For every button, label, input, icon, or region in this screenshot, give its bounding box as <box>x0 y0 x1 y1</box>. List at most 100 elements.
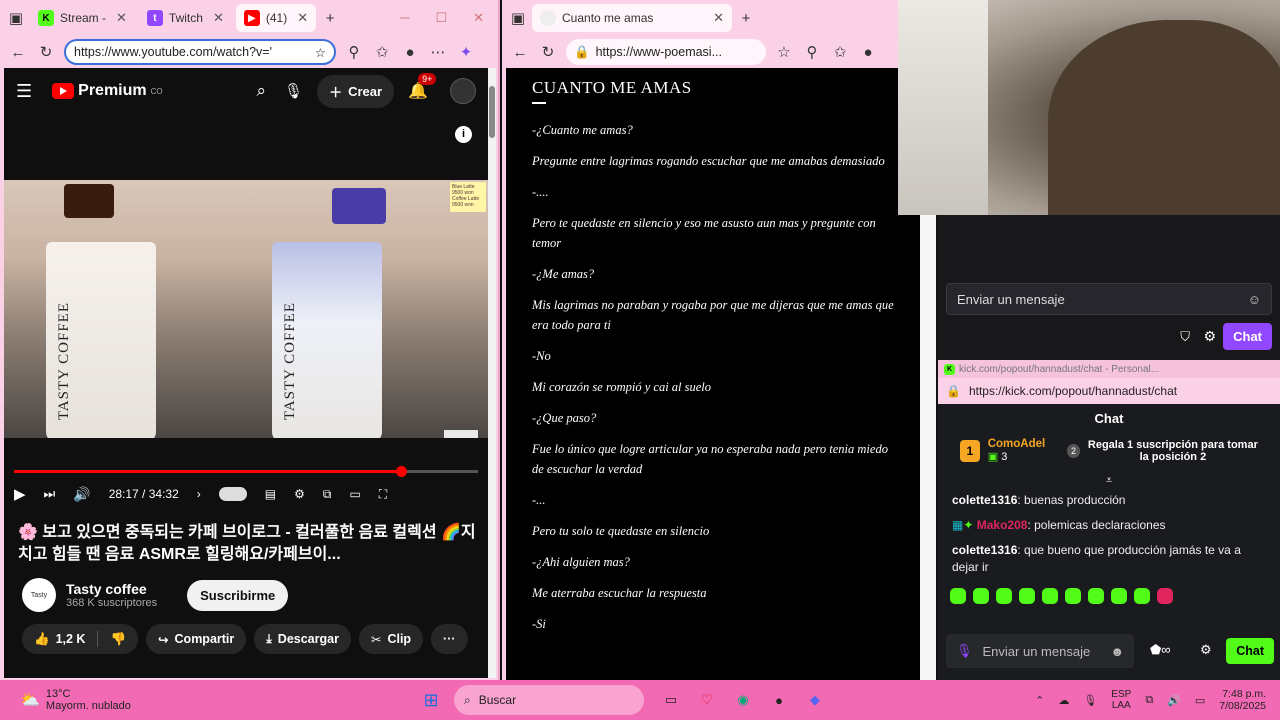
windows-start-icon[interactable]: ⊞ <box>420 689 442 711</box>
cloud-sync-icon[interactable]: ☁ <box>1058 694 1069 707</box>
left-scrollbar[interactable] <box>488 68 496 678</box>
pinned-scroll-icon[interactable]: ⩡ <box>938 473 1280 488</box>
emote[interactable] <box>1157 588 1173 604</box>
emote[interactable] <box>1019 588 1035 604</box>
chat-username[interactable]: Mako208 <box>977 518 1028 532</box>
volume-icon[interactable]: 🔊 <box>1167 694 1181 707</box>
next-icon[interactable]: ⏭ <box>44 486 56 502</box>
gift-prompt[interactable]: Regala 1 suscripción para tomar la posic… <box>1088 439 1258 463</box>
emote[interactable] <box>950 588 966 604</box>
download-button[interactable]: ⤓ Descargar <box>254 624 351 654</box>
channel-watermark[interactable] <box>444 430 478 438</box>
taskbar-search[interactable]: ⌕ Buscar <box>454 685 644 715</box>
share-button[interactable]: ↪ Compartir <box>146 624 247 654</box>
new-tab-button[interactable]: + <box>736 10 756 27</box>
badges-icon[interactable]: ⬟∞ <box>1150 642 1171 658</box>
battery-icon[interactable]: ▭ <box>1195 694 1205 707</box>
settings-gear-icon[interactable]: ⚙ <box>1200 642 1212 658</box>
miniplayer-icon[interactable]: ⧉ <box>323 487 332 502</box>
emoji-icon[interactable]: ☻ <box>1110 644 1124 659</box>
emote-picker-icon[interactable]: ☺ <box>1248 292 1261 307</box>
favorites-icon[interactable]: ✩ <box>830 43 850 61</box>
emote[interactable] <box>1111 588 1127 604</box>
volume-icon[interactable]: 🔊 <box>73 486 90 503</box>
shield-icon[interactable]: ⛉ <box>1180 329 1190 345</box>
microphone-icon[interactable]: 🎙 <box>956 643 973 659</box>
profile-icon[interactable]: ● <box>400 44 420 61</box>
fullscreen-icon[interactable]: ⛶ <box>379 487 387 502</box>
close-tab-icon[interactable]: ✕ <box>713 10 724 26</box>
emote[interactable] <box>1065 588 1081 604</box>
scroll-thumb[interactable] <box>489 86 495 138</box>
search-icon[interactable]: ⌕ <box>257 81 267 101</box>
more-actions-button[interactable]: ··· <box>431 624 468 654</box>
tab-poem[interactable]: Cuanto me amas ✕ <box>532 4 732 32</box>
menu-dots-icon[interactable]: ⋯ <box>428 43 448 61</box>
seek-handle[interactable] <box>396 466 407 477</box>
close-window-icon[interactable]: ✕ <box>473 10 484 26</box>
favorite-star-icon[interactable]: ☆ <box>774 43 794 61</box>
play-icon[interactable]: ▶ <box>14 485 26 503</box>
emote[interactable] <box>1042 588 1058 604</box>
like-icon[interactable]: 👍 <box>34 632 50 647</box>
twitch-chat-button[interactable]: Chat <box>1223 323 1272 350</box>
obs-icon[interactable]: ● <box>768 689 790 711</box>
tab-kick-stream[interactable]: K Stream - ✕ <box>30 4 135 32</box>
back-icon[interactable]: ← <box>510 44 530 61</box>
back-icon[interactable]: ← <box>8 44 28 61</box>
middle-scrollbar[interactable] <box>920 215 936 680</box>
settings-gear-icon[interactable]: ⚙ <box>294 487 305 501</box>
tab-twitch[interactable]: t Twitch ✕ <box>139 4 232 32</box>
like-count[interactable]: 1,2 K <box>56 632 86 646</box>
url-field[interactable]: 🔒 https://www-poemasi... <box>566 39 766 65</box>
close-tab-icon[interactable]: ✕ <box>297 10 308 26</box>
video-player[interactable]: TASTY COFFEE TASTY COFFEE Blue Latte 950… <box>4 180 488 438</box>
refresh-icon[interactable]: ↻ <box>36 43 56 61</box>
twitch-message-input[interactable]: Enviar un mensaje ☺ <box>946 283 1272 315</box>
tab-actions-icon[interactable]: ▣ <box>508 9 528 27</box>
network-icon[interactable]: ⧉ <box>1145 694 1153 707</box>
file-explorer-icon[interactable]: ▭ <box>660 689 682 711</box>
favorites-icon[interactable]: ✩ <box>372 43 392 61</box>
favorite-star-icon[interactable]: ☆ <box>315 45 326 60</box>
dislike-icon[interactable]: 👎 <box>110 632 126 647</box>
microphone-icon[interactable]: 🎙 <box>284 82 303 100</box>
tray-chevron-icon[interactable]: ⌃ <box>1035 694 1044 707</box>
subscribe-button[interactable]: Suscribirme <box>187 579 289 611</box>
language-indicator[interactable]: ESP LAA <box>1111 689 1131 711</box>
theater-mode-icon[interactable]: ▭ <box>349 487 360 501</box>
heart-app-icon[interactable]: ♡ <box>696 689 718 711</box>
kick-message-input[interactable]: 🎙 Enviar un mensaje ☻ <box>946 634 1134 668</box>
extensions-icon[interactable]: ⚲ <box>344 43 364 61</box>
discord-icon[interactable]: ◆ <box>804 689 826 711</box>
chat-username[interactable]: colette1316 <box>952 543 1017 557</box>
kick-url-bar[interactable]: 🔒 https://kick.com/popout/hannadust/chat <box>938 378 1280 404</box>
maximize-icon[interactable]: ☐ <box>435 10 447 26</box>
extensions-icon[interactable]: ⚲ <box>802 43 822 61</box>
edge-browser-icon[interactable]: ◉ <box>732 689 754 711</box>
notifications-button[interactable]: 🔔 9+ <box>408 73 437 101</box>
refresh-icon[interactable]: ↻ <box>538 43 558 61</box>
url-field[interactable]: https://www.youtube.com/watch?v=' ☆ <box>64 39 336 65</box>
chapter-chevron-icon[interactable]: › <box>197 487 201 501</box>
emote[interactable] <box>996 588 1012 604</box>
info-icon[interactable]: i <box>455 126 472 143</box>
close-tab-icon[interactable]: ✕ <box>116 10 127 26</box>
clock[interactable]: 7:48 p.m. 7/08/2025 <box>1219 688 1266 712</box>
copilot-icon[interactable]: ✦ <box>456 43 476 61</box>
close-tab-icon[interactable]: ✕ <box>213 10 224 26</box>
youtube-logo[interactable]: Premium CO <box>52 82 163 100</box>
seek-bar[interactable] <box>14 466 478 477</box>
new-tab-button[interactable]: + <box>320 10 340 27</box>
emote[interactable] <box>1134 588 1150 604</box>
microphone-tray-icon[interactable]: 🎙 <box>1083 694 1097 707</box>
channel-name[interactable]: Tasty coffee <box>66 581 157 597</box>
create-button[interactable]: ＋ Crear <box>317 74 395 108</box>
account-avatar[interactable] <box>450 78 476 104</box>
chat-username[interactable]: colette1316 <box>952 493 1017 507</box>
kick-chat-button[interactable]: Chat <box>1226 638 1274 664</box>
settings-gear-icon[interactable]: ⚙ <box>1203 328 1216 345</box>
leader-name[interactable]: ComoAdel <box>988 438 1046 450</box>
emote[interactable] <box>973 588 989 604</box>
tab-actions-icon[interactable]: ▣ <box>6 9 26 27</box>
